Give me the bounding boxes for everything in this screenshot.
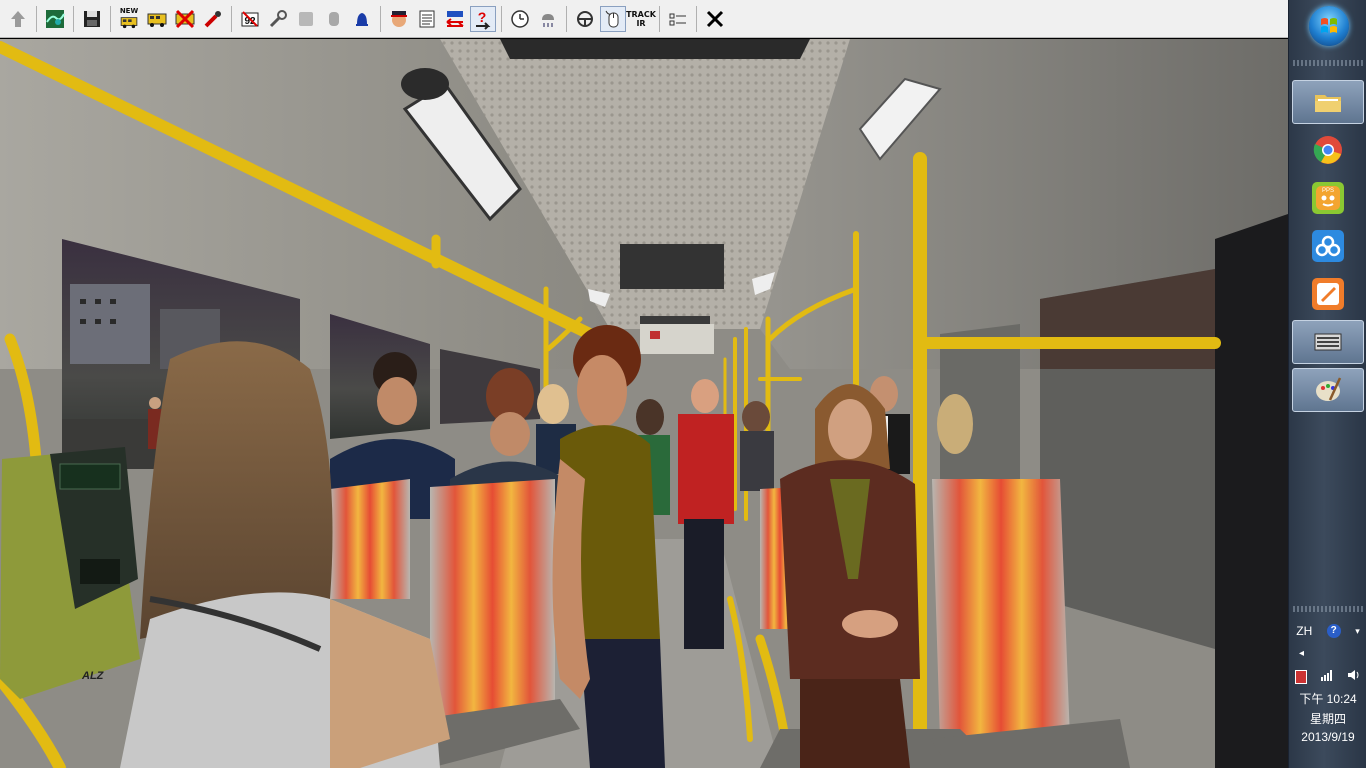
clock-weekday: 星期四 xyxy=(1309,712,1346,726)
weather-button[interactable] xyxy=(535,6,561,32)
volume-icon[interactable] xyxy=(1347,669,1361,684)
taskbar-omsi[interactable] xyxy=(1292,320,1364,364)
show-hidden-icons[interactable]: ◂ xyxy=(1289,648,1366,659)
toolbar-separator xyxy=(380,5,381,32)
bus-button[interactable] xyxy=(144,6,170,32)
steering-wheel-icon xyxy=(577,10,593,27)
bus-app-icon xyxy=(1312,326,1344,358)
new-bus-label: NEW xyxy=(119,7,139,15)
clock[interactable]: 下午 10:24 星期四 2013/9/19 xyxy=(1289,690,1366,744)
toolbar-separator xyxy=(566,5,567,32)
folder-icon xyxy=(1312,86,1344,118)
clock-icon xyxy=(511,9,529,28)
floppy-disk-icon xyxy=(84,10,100,27)
gray-block-icon xyxy=(299,11,313,26)
driver-face-icon xyxy=(391,10,407,27)
svg-text:?: ? xyxy=(478,9,487,25)
mouse-control-button[interactable] xyxy=(600,5,626,32)
taskbar-grip xyxy=(1293,606,1363,612)
help-icon[interactable]: ? xyxy=(1326,624,1341,638)
toolbar-separator xyxy=(231,5,232,32)
toolbar-separator xyxy=(73,5,74,32)
clock-time: 下午 10:24 xyxy=(1299,692,1357,706)
ime-options-icon[interactable]: ▾ xyxy=(1355,626,1360,637)
driver-button[interactable] xyxy=(386,6,412,32)
bus-interior-scene: ALZ xyxy=(0,39,1288,768)
help-arrow-icon: ? xyxy=(476,9,491,30)
bell-icon xyxy=(356,12,368,26)
start-button[interactable] xyxy=(1309,6,1349,46)
windows-taskbar: PPS ZH ? ▾ ◂ 下午 10:24 星期四 2013/9/19 xyxy=(1288,0,1366,768)
pps-label: PPS xyxy=(1322,188,1334,194)
windows-logo-icon xyxy=(1321,18,1337,33)
repair-button[interactable] xyxy=(200,6,226,32)
new-bus-icon xyxy=(120,17,138,29)
gray-cylinder-icon xyxy=(329,11,339,26)
trackir-button[interactable]: TRACK IR xyxy=(626,6,656,32)
route-sign-icon: 92 xyxy=(241,10,259,27)
route-button[interactable]: 92 xyxy=(237,6,263,32)
bus-icon xyxy=(147,13,167,27)
timetable-icon xyxy=(419,10,435,27)
toolbar-separator xyxy=(659,5,660,32)
trackir-label: TRACK IR xyxy=(626,9,656,28)
wrench-red-icon xyxy=(204,10,221,27)
up-arrow-button[interactable] xyxy=(5,6,31,32)
close-button[interactable] xyxy=(702,6,728,32)
time-button[interactable] xyxy=(507,6,533,32)
options-icon xyxy=(669,13,686,25)
route-sign-label: 92 xyxy=(244,16,256,27)
language-indicator[interactable]: ZH xyxy=(1296,624,1312,638)
chrome-icon xyxy=(1312,134,1344,166)
taskbar-chrome[interactable] xyxy=(1292,128,1364,172)
bus-delete-icon xyxy=(175,9,195,28)
taskbar-pps[interactable]: PPS xyxy=(1292,176,1364,220)
network-icon[interactable] xyxy=(1320,669,1334,684)
toolbar-separator xyxy=(501,5,502,32)
options-button[interactable] xyxy=(665,6,691,32)
up-arrow-icon xyxy=(11,10,25,27)
game-viewport[interactable]: ALZ xyxy=(0,39,1288,768)
mouse-icon xyxy=(605,10,619,27)
validator-brand: ALZ xyxy=(81,670,105,682)
system-tray: ZH ? ▾ ◂ 下午 10:24 星期四 2013/9/19 xyxy=(1289,624,1366,744)
game-toolbar: NEW 92 ? TRACK IR xyxy=(0,0,1288,38)
steering-button[interactable] xyxy=(572,6,598,32)
clock-date: 2013/9/19 xyxy=(1301,730,1355,744)
map-button[interactable] xyxy=(42,6,68,32)
weather-icon xyxy=(542,13,554,27)
power-icon[interactable] xyxy=(1295,669,1308,684)
swap-arrows-icon xyxy=(446,10,464,27)
schedule-button[interactable] xyxy=(442,6,468,32)
toolbar-separator xyxy=(110,5,111,32)
map-icon xyxy=(46,9,65,28)
save-button[interactable] xyxy=(79,6,105,32)
tools-button[interactable] xyxy=(265,6,291,32)
taskbar-paint[interactable] xyxy=(1292,368,1364,412)
new-bus-button[interactable]: NEW xyxy=(116,6,142,32)
disabled-button-1[interactable] xyxy=(293,6,319,32)
toolbar-separator xyxy=(36,5,37,32)
timetable-button[interactable] xyxy=(414,6,440,32)
cloud-icon xyxy=(1312,230,1344,262)
wrench-icon xyxy=(269,9,287,27)
ticket-validator[interactable]: ALZ xyxy=(0,447,140,699)
alarm-button[interactable] xyxy=(349,6,375,32)
help-button[interactable]: ? xyxy=(470,5,496,32)
taskbar-explorer[interactable] xyxy=(1292,80,1364,124)
close-icon xyxy=(706,10,724,27)
taskbar-grip xyxy=(1293,60,1363,66)
pencil-icon xyxy=(1312,278,1344,310)
pps-icon: PPS xyxy=(1312,182,1344,214)
taskbar-editor[interactable] xyxy=(1292,272,1364,316)
palette-icon xyxy=(1312,374,1344,406)
disabled-button-2[interactable] xyxy=(321,6,347,32)
ceiling-vent xyxy=(620,244,724,289)
taskbar-cloud[interactable] xyxy=(1292,224,1364,268)
toolbar-separator xyxy=(696,5,697,32)
remove-bus-button[interactable] xyxy=(172,6,198,32)
